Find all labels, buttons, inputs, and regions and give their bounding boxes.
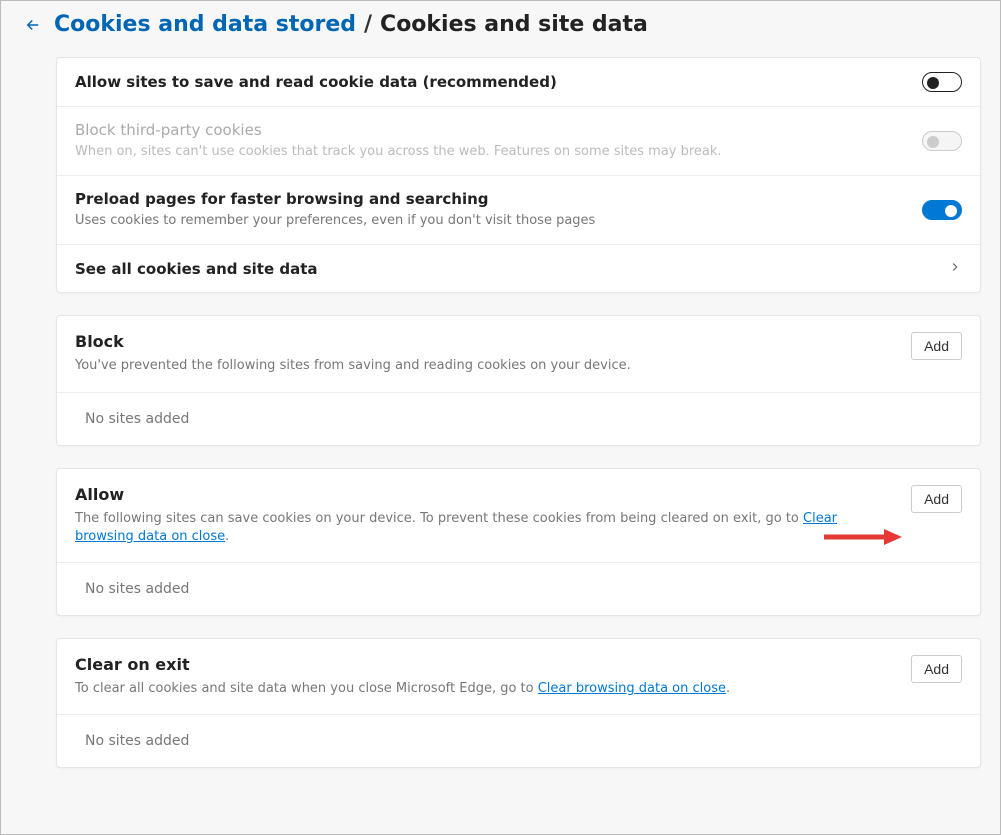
- breadcrumb-current: Cookies and site data: [380, 12, 648, 37]
- clear-desc-post: .: [726, 681, 730, 696]
- block-card: Block You've prevented the following sit…: [56, 315, 981, 445]
- back-arrow-icon[interactable]: [24, 16, 42, 34]
- preload-desc: Uses cookies to remember your preference…: [75, 212, 902, 230]
- allow-card: Allow The following sites can save cooki…: [56, 468, 981, 616]
- allow-cookies-toggle[interactable]: [922, 72, 962, 92]
- preload-title: Preload pages for faster browsing and se…: [75, 190, 902, 208]
- clear-card: Clear on exit To clear all cookies and s…: [56, 638, 981, 768]
- preload-toggle[interactable]: [922, 200, 962, 220]
- breadcrumb-separator: /: [364, 12, 372, 37]
- allow-title: Allow: [75, 485, 891, 504]
- clear-desc-pre: To clear all cookies and site data when …: [75, 681, 538, 696]
- block-desc: You've prevented the following sites fro…: [75, 357, 891, 375]
- block-third-party-title: Block third-party cookies: [75, 121, 902, 139]
- allow-add-button[interactable]: Add: [911, 485, 962, 513]
- allow-cookies-title: Allow sites to save and read cookie data…: [75, 73, 902, 91]
- allow-cookies-row: Allow sites to save and read cookie data…: [57, 58, 980, 106]
- allow-desc: The following sites can save cookies on …: [75, 510, 891, 546]
- block-third-party-desc: When on, sites can't use cookies that tr…: [75, 143, 902, 161]
- clear-desc-link[interactable]: Clear browsing data on close: [538, 681, 726, 696]
- clear-add-button[interactable]: Add: [911, 655, 962, 683]
- see-all-row[interactable]: See all cookies and site data: [57, 244, 980, 292]
- preload-row: Preload pages for faster browsing and se…: [57, 175, 980, 244]
- block-empty: No sites added: [57, 392, 980, 445]
- clear-desc: To clear all cookies and site data when …: [75, 680, 891, 698]
- block-third-party-row: Block third-party cookies When on, sites…: [57, 106, 980, 175]
- block-add-button[interactable]: Add: [911, 332, 962, 360]
- block-title: Block: [75, 332, 891, 351]
- clear-empty: No sites added: [57, 714, 980, 767]
- allow-desc-post: .: [225, 529, 229, 544]
- see-all-title: See all cookies and site data: [75, 260, 928, 278]
- settings-card: Allow sites to save and read cookie data…: [56, 57, 981, 293]
- allow-empty: No sites added: [57, 562, 980, 615]
- clear-title: Clear on exit: [75, 655, 891, 674]
- allow-desc-pre: The following sites can save cookies on …: [75, 511, 803, 526]
- block-third-party-toggle: [922, 131, 962, 151]
- breadcrumb: Cookies and data stored / Cookies and si…: [24, 12, 981, 37]
- breadcrumb-parent-link[interactable]: Cookies and data stored: [54, 12, 356, 37]
- chevron-right-icon: [948, 259, 962, 278]
